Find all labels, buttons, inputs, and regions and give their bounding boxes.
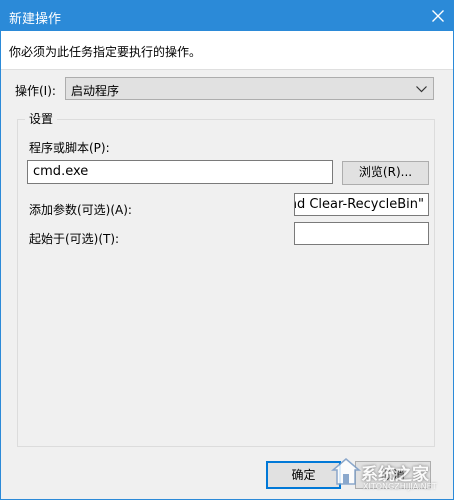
ok-button-label: 确定 bbox=[291, 468, 316, 482]
program-label: 程序或脚本(P): bbox=[29, 141, 110, 155]
ok-button[interactable]: 确定 bbox=[266, 461, 341, 489]
dialog-window: 新建操作 你必须为此任务指定要执行的操作。 操作(I): 启动程序 设置 程序或… bbox=[0, 0, 454, 500]
program-input[interactable]: cmd.exe bbox=[27, 160, 333, 184]
close-button[interactable] bbox=[423, 1, 453, 31]
watermark-logo: 系统之家 XITONGZHIJIA.NET bbox=[331, 451, 447, 495]
house-logo-icon bbox=[331, 458, 361, 485]
args-label: 添加参数(可选)(A): bbox=[29, 203, 132, 217]
browse-button-label: 浏览(R)... bbox=[358, 165, 413, 179]
start-in-input[interactable] bbox=[294, 222, 429, 245]
chevron-down-icon bbox=[416, 86, 427, 93]
description-panel: 你必须为此任务指定要执行的操作。 bbox=[1, 31, 453, 70]
close-icon bbox=[432, 10, 444, 22]
args-input[interactable]: mand Clear-RecycleBin" bbox=[294, 193, 429, 216]
description-text: 你必须为此任务指定要执行的操作。 bbox=[9, 45, 202, 59]
action-selected-value: 启动程序 bbox=[71, 84, 120, 98]
start-in-label: 起始于(可选)(T): bbox=[29, 232, 120, 246]
program-input-value: cmd.exe bbox=[33, 164, 89, 179]
args-input-value: mand Clear-RecycleBin" bbox=[295, 197, 424, 212]
action-select[interactable]: 启动程序 bbox=[65, 77, 434, 100]
watermark-subtext: XITONGZHIJIA.NET bbox=[363, 482, 437, 491]
settings-group-title: 设置 bbox=[25, 110, 58, 127]
action-label: 操作(I): bbox=[15, 84, 56, 98]
browse-button[interactable]: 浏览(R)... bbox=[342, 161, 429, 185]
title-bar[interactable]: 新建操作 bbox=[1, 1, 453, 31]
window-title: 新建操作 bbox=[9, 12, 62, 27]
